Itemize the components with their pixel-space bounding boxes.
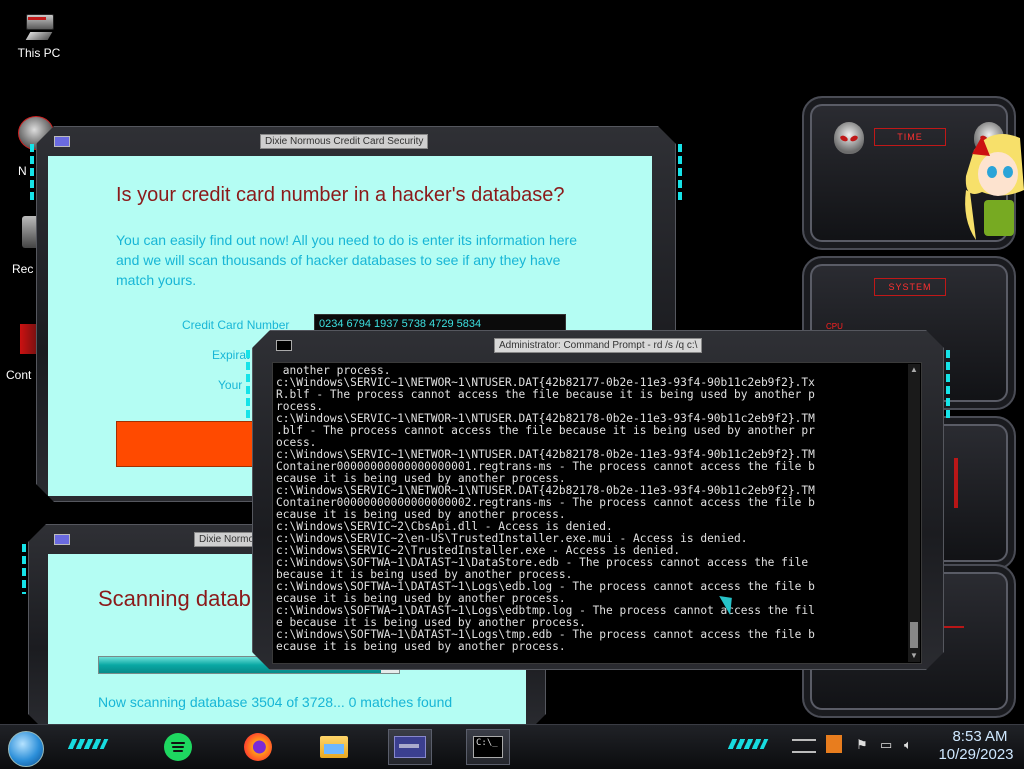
your-label: Your [218, 378, 243, 392]
form-description: You can easily find out now! All you nee… [116, 232, 577, 288]
console-line: .blf - The process cannot access the fil… [276, 424, 815, 437]
spotify-icon [164, 733, 192, 761]
clock-time[interactable]: 8:53 AM [938, 728, 1022, 746]
app-tray-icon[interactable] [826, 735, 842, 753]
cmd-window-icon [276, 340, 292, 351]
command-prompt-window[interactable]: Administrator: Command Prompt - rd /s /q… [246, 330, 950, 670]
scroll-down-icon[interactable]: ▼ [910, 652, 918, 660]
taskbar-app-spotify[interactable] [156, 729, 200, 765]
taskbar-app-file-explorer[interactable] [312, 729, 356, 765]
flag-icon[interactable]: ⚑ [856, 737, 868, 753]
taskbar-app-firefox[interactable] [236, 729, 280, 765]
window-title: Dixie Normous Credit Card Security [260, 134, 429, 149]
alien-head-icon [834, 122, 864, 154]
window-title: Administrator: Command Prompt - rd /s /q… [494, 338, 703, 353]
scroll-up-icon[interactable]: ▲ [910, 366, 918, 374]
taskbar-app-form[interactable] [388, 729, 432, 765]
start-button[interactable] [8, 731, 44, 767]
clock-date[interactable]: 10/29/2023 [930, 746, 1022, 764]
console-text: another process. c:\Windows\SERVIC~1\NETW… [276, 365, 908, 659]
desktop-icon-label: This PC [17, 46, 61, 60]
console-line: ecause it is being used by another proce… [276, 640, 566, 653]
firefox-icon [244, 733, 272, 761]
scanning-heading: Scanning datab [98, 586, 251, 611]
submit-button[interactable] [116, 421, 268, 467]
file-explorer-icon [320, 736, 348, 758]
window-icon [54, 136, 70, 147]
console-line: R.blf - The process cannot access the fi… [276, 388, 815, 401]
computer-icon [22, 12, 56, 42]
volume-icon[interactable]: 🔈︎ [904, 737, 912, 753]
taskbar: C:\_ ⚑ ▭ 🔈︎ 8:53 AM 10/29/2023 [0, 724, 1024, 769]
command-prompt-icon: C:\_ [473, 736, 503, 758]
system-title: SYSTEM [874, 278, 946, 296]
show-hidden-icons-icon[interactable] [792, 739, 816, 753]
taskbar-app-command-prompt[interactable]: C:\_ [466, 729, 510, 765]
window-icon [54, 534, 70, 545]
desktop-icon-this-pc[interactable]: This PC [4, 12, 74, 60]
console-output[interactable]: another process. c:\Windows\SERVIC~1\NETW… [272, 362, 922, 664]
scrollbar-thumb[interactable] [910, 622, 918, 648]
network-icon[interactable]: ▭ [880, 737, 892, 753]
expiration-label: Expirat [212, 348, 250, 362]
console-line: _ [276, 652, 283, 660]
window-title: Dixie Normo [194, 532, 260, 547]
form-app-icon [394, 736, 426, 758]
scan-status-text: Now scanning database 3504 of 3728... 0 … [98, 694, 453, 710]
cartoon-character-sticker [965, 134, 1024, 240]
time-title: TIME [874, 128, 946, 146]
form-heading: Is your credit card number in a hacker's… [116, 184, 565, 206]
console-scrollbar[interactable]: ▲ ▼ [908, 364, 920, 662]
